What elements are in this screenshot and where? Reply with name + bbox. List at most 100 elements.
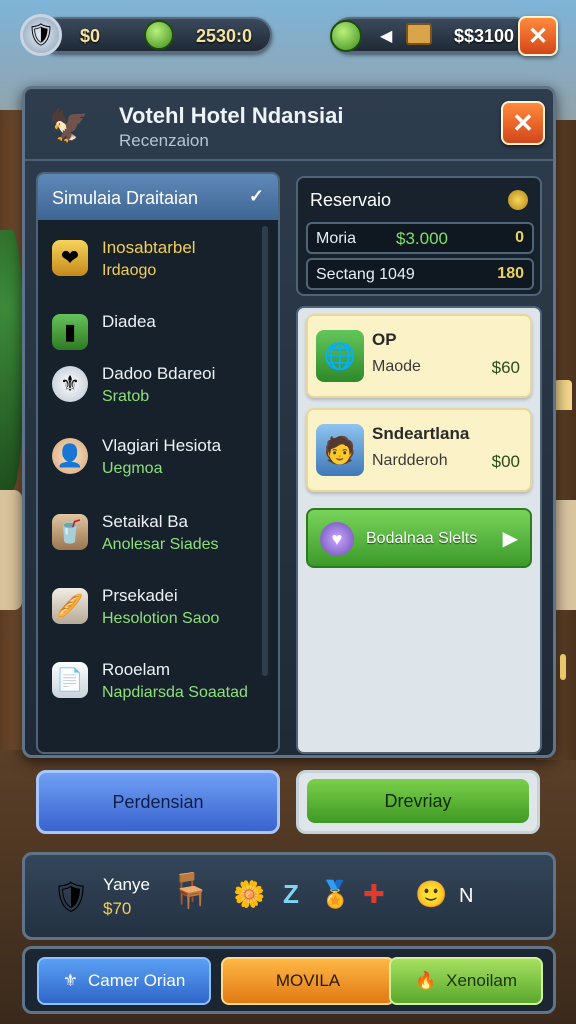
panel-close-button[interactable]: ✕ [501,101,545,145]
scrollbar-track[interactable] [262,226,268,676]
crest-small-icon: ⚜ [62,971,78,990]
simulation-list: Simulaia Draitaian ✓ ❤ Inosabtarbel Irda… [36,172,280,754]
nav-movila-label: MOVILA [275,971,341,990]
list-item-title: Prsekadei [102,586,178,605]
list-item-sub: Anolesar Siades [102,536,219,553]
document-icon: 📄 [52,662,88,698]
shield-icon[interactable]: 🛡 [49,873,93,921]
globe-icon: 🌐 [316,330,364,382]
primary-blue-button[interactable]: Perdensian [36,770,280,834]
card-title: OP [372,330,397,349]
background-plant [0,230,24,490]
crest-icon: 🦅 [49,107,89,143]
nav-movila-button[interactable]: MOVILA [221,957,395,1005]
reservation-row-label: Moria [316,230,357,247]
badge-gold-icon[interactable]: 🏅 [319,879,351,910]
nav-xenoilam-label: Xenoilam [446,971,518,990]
shop-panel: 🌐 OP Maode $60 🧑 Sndeartlana Nardderoh $… [296,306,542,754]
plus-icon[interactable]: ✚ [363,879,385,910]
list-item[interactable]: 👤 Vlagiari Hesiota Uegmoa [50,432,260,492]
list-item-sub: Irdaogo [102,262,157,279]
play-arrow-icon: ▶ [502,528,518,550]
reservation-row-label: Sectang 1049 [316,266,415,283]
list-item[interactable]: 📄 Rooelam Napdiarsda Soaatad [50,656,260,716]
inventory-bar: 🛡 Yanye $70 🪑 🌼 Z 🏅 ✚ 🙂 N [22,852,556,940]
background-lamp [554,380,572,410]
reservation-row[interactable]: Moria $3.000 0 [306,222,534,254]
arrow-left-icon[interactable]: ◀ [380,26,392,46]
gem-icon [144,20,174,50]
n-label[interactable]: N [459,885,473,908]
hijab-person-icon: 👤 [52,438,88,474]
card-subtitle: Nardderoh [372,452,448,469]
flower-icon[interactable]: 🌼 [233,879,265,910]
primary-blue-button-label: Perdensian [112,791,204,812]
list-item-sub: Hesolotion Saoo [102,610,220,627]
leaf-gem-icon[interactable] [330,20,362,52]
nav-camera-button[interactable]: ⚜ Camer Orian [37,957,211,1005]
list-item-sub: Sratob [102,388,150,405]
card-price: $00 [491,452,520,471]
check-icon[interactable]: ✓ [249,186,264,207]
heart-shield-icon: ❤ [52,240,88,276]
panel-subtitle: Recenzaion [119,131,209,150]
bundle-button[interactable]: ♥ Bodalnaa Slelts ▶ [306,508,532,568]
gem-count: 2530:0 [196,26,253,46]
shop-card[interactable]: 🧑 Sndeartlana Nardderoh $00 [306,408,532,492]
money-count: $$3100 [454,26,515,46]
list-item[interactable]: 🥖 Prsekadei Hesolotion Saoo [50,582,260,642]
shop-card[interactable]: 🌐 OP Maode $60 [306,314,532,398]
list-item-title: Inosabtarbel [102,238,196,257]
list-item-title: Vlagiari Hesiota [102,436,222,455]
bread-icon: 🥖 [52,588,88,624]
scrollbar-thumb[interactable] [560,654,566,680]
reservation-row-value: $3.000 [396,229,448,248]
card-title: Sndeartlana [372,424,470,443]
reservation-title: Reservaio [310,190,392,210]
list-item-title: Dadoo Bdareoi [102,364,216,383]
flame-icon: 🔥 [414,971,437,990]
coin-icon [508,190,528,210]
list-header: Simulaia Draitaian ✓ [38,174,278,220]
list-item-sub: Napdiarsda Soaatad [102,684,248,701]
smile-face-icon[interactable]: 🙂 [415,879,447,910]
list-item[interactable]: ❤ Inosabtarbel Irdaogo [50,234,260,294]
reservation-row-badge: 180 [497,265,524,282]
reservation-row[interactable]: Sectang 1049 180 [306,258,534,290]
list-item[interactable]: 🥤 Setaikal Ba Anolesar Siades [50,508,260,568]
background-sofa-left [0,490,22,610]
chair-icon[interactable]: 🪑 [169,871,211,911]
primary-green-button-label: Drevriay [384,790,452,811]
drink-icon: 🥤 [52,514,88,550]
list-item[interactable]: ⚜ Dadoo Bdareoi Sratob [50,360,260,420]
list-item-title: Rooelam [102,660,171,679]
list-item-sub: Uegmoa [102,460,163,477]
list-item-title: Diadea [102,312,156,331]
player-avatar[interactable]: 🛡 [20,14,62,56]
list-item[interactable]: ▮ Diadea [50,308,260,368]
door-icon: ▮ [52,314,88,350]
hud-close-button[interactable]: ✕ [518,16,558,56]
cash-stack-icon [406,23,432,45]
bundle-button-label: Bodalnaa Slelts [366,530,478,547]
primary-green-button-face: Drevriay [307,779,529,823]
man-avatar-icon: 🧑 [316,424,364,476]
list-header-label: Simulaia Draitaian [52,188,199,208]
reservation-box: Reservaio Moria $3.000 0 Sectang 1049 18… [296,176,542,296]
badge-icon: ⚜ [52,366,88,402]
coin-count: $0 [80,26,101,46]
panel-title: Votehl Hotel Ndansiai [119,103,344,128]
bottom-nav: ⚜ Camer Orian MOVILA 🔥 Xenoilam [22,946,556,1014]
inventory-item-price: $70 [103,899,132,918]
card-subtitle: Maode [372,358,421,375]
inventory-item-name: Yanye [103,875,150,894]
card-price: $60 [491,358,520,377]
reservation-row-badge: 0 [515,229,524,246]
nav-xenoilam-button[interactable]: 🔥 Xenoilam [389,957,543,1005]
z-label[interactable]: Z [283,879,299,910]
list-item-title: Setaikal Ba [102,512,188,531]
heart-icon: ♥ [320,522,354,556]
nav-camera-label: Camer Orian [87,971,186,990]
panel-header: 🦅 Votehl Hotel Ndansiai Recenzaion [25,89,553,161]
primary-green-button[interactable]: Drevriay [296,770,540,834]
